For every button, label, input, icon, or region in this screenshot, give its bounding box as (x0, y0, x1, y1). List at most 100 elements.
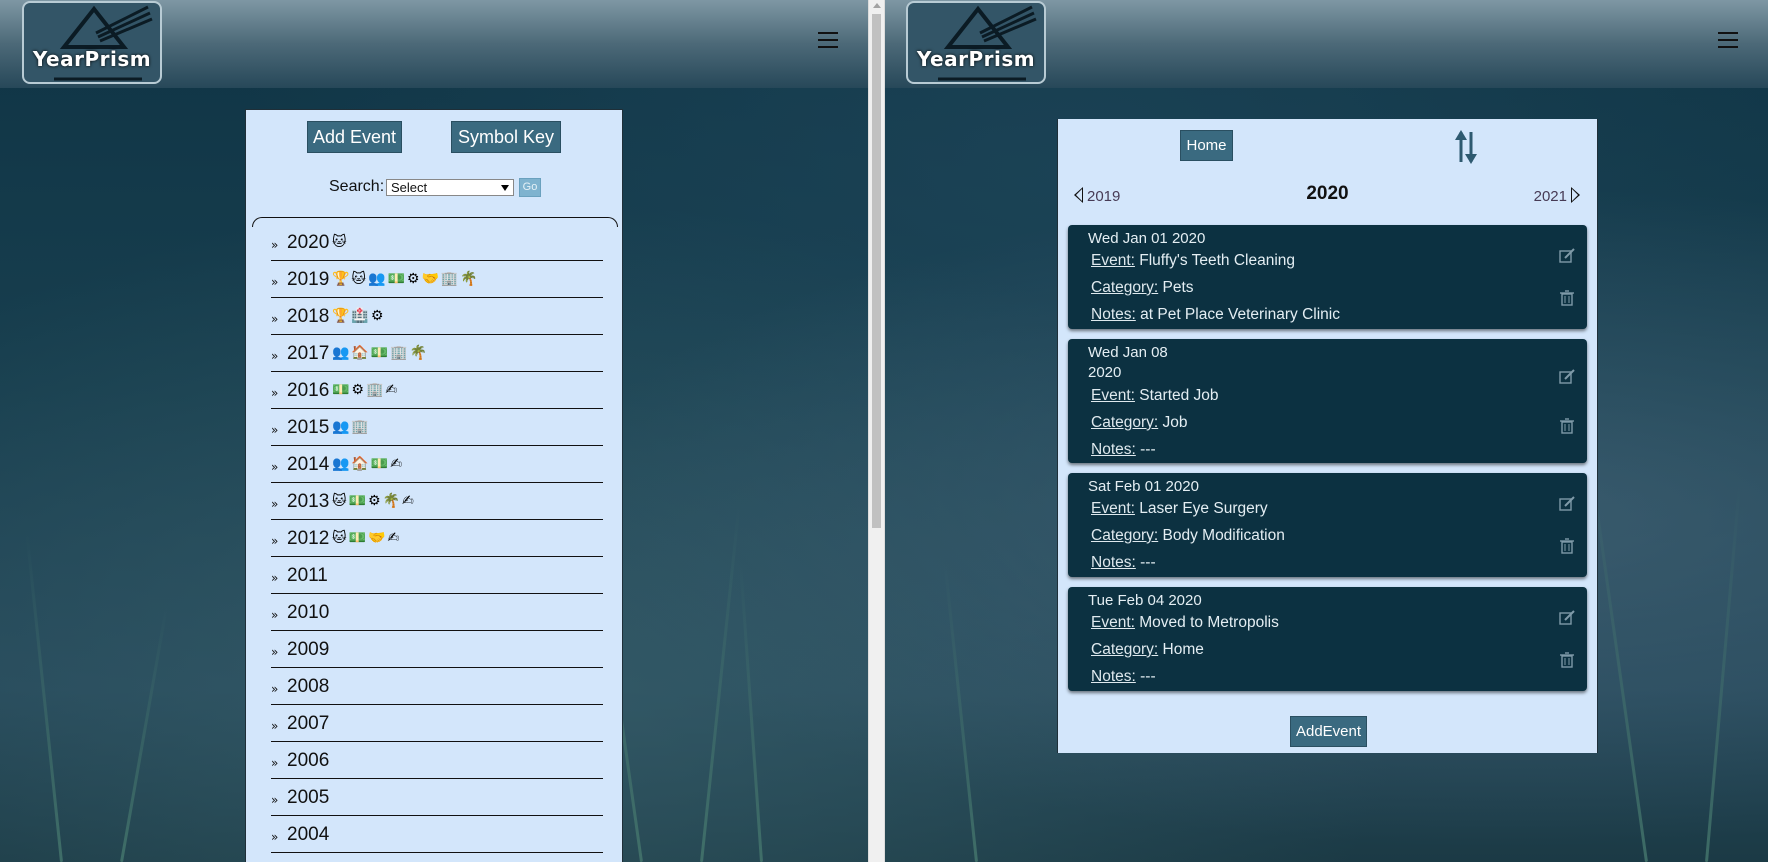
year-row-2006[interactable]: » 2006 (271, 743, 603, 779)
category-symbols: 👥🏢 (332, 419, 371, 435)
category-symbols: 🐱 (332, 234, 349, 250)
sort-arrows-icon[interactable] (1454, 128, 1478, 166)
notes-key: Notes: (1091, 668, 1136, 685)
category-symbols: 👥🏠💵✍ (332, 456, 405, 472)
logo-text: YearPrism (32, 47, 152, 71)
add-event-button[interactable]: AddEvent (1290, 716, 1367, 747)
edit-icon[interactable] (1559, 369, 1575, 385)
year-row-2020[interactable]: » 2020 🐱 (271, 225, 603, 261)
year-label: 2020 (287, 232, 330, 253)
year-row-2010[interactable]: » 2010 (271, 595, 603, 631)
category-value: Body Modification (1162, 527, 1285, 544)
year-row-2014[interactable]: » 2014 👥🏠💵✍ (271, 447, 603, 483)
next-year-link[interactable]: 2021 (1534, 185, 1580, 205)
chevron-right-icon: » (271, 238, 279, 252)
category-value: Home (1162, 641, 1204, 658)
category-field: Category: Home (1091, 641, 1204, 659)
category-value: Job (1162, 414, 1188, 431)
event-key: Event: (1091, 500, 1135, 517)
year-row-2016[interactable]: » 2016 💵⚙🏢✍ (271, 373, 603, 409)
event-field: Event: Started Job (1091, 387, 1219, 405)
year-row-2004[interactable]: » 2004 (271, 817, 603, 853)
year-row-2018[interactable]: » 2018 🏆🏥⚙ (271, 299, 603, 335)
category-field: Category: Job (1091, 414, 1188, 432)
year-row-2012[interactable]: » 2012 🐱💵🤝✍ (271, 521, 603, 557)
year-label: 2011 (287, 565, 328, 586)
year-label: 2017 (287, 343, 330, 364)
year-row-2011[interactable]: » 2011 (271, 558, 603, 594)
chevron-right-icon: » (271, 608, 279, 622)
event-value: Moved to Metropolis (1139, 614, 1279, 631)
chevron-right-icon: » (271, 460, 279, 474)
chevron-right-icon: » (271, 719, 279, 733)
chevron-right-icon: » (271, 830, 279, 844)
go-button[interactable]: Go (519, 178, 541, 197)
year-label: 2016 (287, 380, 330, 401)
year-label: 2013 (287, 491, 330, 512)
year-row-2008[interactable]: » 2008 (271, 669, 603, 705)
chevron-right-icon: » (271, 756, 279, 770)
year-label: 2010 (287, 602, 330, 623)
event-card: Tue Feb 04 2020 Event: Moved to Metropol… (1068, 587, 1587, 691)
category-symbols: 💵⚙🏢✍ (332, 382, 400, 398)
notes-value: --- (1140, 668, 1156, 685)
chevron-right-icon: » (271, 682, 279, 696)
chevron-right-icon: » (271, 275, 279, 289)
yearprism-logo[interactable]: YearPrism (906, 1, 1046, 84)
event-value: Fluffy's Teeth Cleaning (1139, 252, 1296, 269)
event-value: Started Job (1139, 387, 1219, 404)
chevron-right-icon: » (271, 386, 279, 400)
event-field: Event: Moved to Metropolis (1091, 614, 1279, 632)
trash-icon[interactable] (1560, 418, 1574, 434)
year-detail-pane: YearPrism Home 2019 2020 2021 Wed Jan 01… (885, 0, 1768, 862)
category-key: Category: (1091, 527, 1159, 544)
edit-icon[interactable] (1559, 248, 1575, 264)
chevron-right-icon: » (271, 793, 279, 807)
year-row-2009[interactable]: » 2009 (271, 632, 603, 668)
trash-icon[interactable] (1560, 652, 1574, 668)
year-row-2017[interactable]: » 2017 👥🏠💵🏢🌴 (271, 336, 603, 372)
scrollbar-thumb[interactable] (872, 14, 881, 528)
year-row-2007[interactable]: » 2007 (271, 706, 603, 742)
event-key: Event: (1091, 614, 1135, 631)
scroll-up-arrow-icon[interactable] (873, 3, 881, 8)
edit-icon[interactable] (1559, 496, 1575, 512)
event-date: Wed Jan 01 2020 (1088, 230, 1206, 247)
scrollbar[interactable] (868, 0, 885, 862)
year-row-2013[interactable]: » 2013 🐱💵⚙🌴✍ (271, 484, 603, 520)
year-row-2019[interactable]: » 2019 🏆🐱👥💵⚙🤝🏢🌴 (271, 262, 603, 298)
category-field: Category: Body Modification (1091, 527, 1285, 545)
notes-key: Notes: (1091, 306, 1136, 323)
edit-icon[interactable] (1559, 610, 1575, 626)
year-detail-panel: Home 2019 2020 2021 Wed Jan 01 2020 Even… (1057, 119, 1598, 753)
event-date: Wed Jan 08 2020 (1088, 344, 1168, 381)
add-event-button[interactable]: Add Event (307, 121, 402, 153)
yearprism-logo[interactable]: YearPrism (22, 1, 162, 84)
notes-field: Notes: --- (1091, 668, 1156, 686)
symbol-key-button[interactable]: Symbol Key (451, 121, 561, 153)
logo-text: YearPrism (916, 47, 1036, 71)
home-button[interactable]: Home (1180, 130, 1233, 161)
trash-icon[interactable] (1560, 290, 1574, 306)
year-label: 2019 (287, 269, 330, 290)
year-row-2005[interactable]: » 2005 (271, 780, 603, 816)
year-label: 2012 (287, 528, 330, 549)
trash-icon[interactable] (1560, 538, 1574, 554)
category-symbols: 🏆🐱👥💵⚙🤝🏢🌴 (332, 271, 480, 287)
category-field: Category: Pets (1091, 279, 1194, 297)
event-date: Tue Feb 04 2020 (1088, 592, 1202, 609)
year-label: 2008 (287, 676, 330, 697)
year-list-pane: YearPrism Add Event Symbol Key Search: S… (0, 0, 868, 862)
category-value: Pets (1162, 279, 1194, 296)
year-row-2015[interactable]: » 2015 👥🏢 (271, 410, 603, 446)
notes-value: at Pet Place Veterinary Clinic (1140, 306, 1340, 323)
event-card: Wed Jan 08 2020 Event: Started Job Categ… (1068, 339, 1587, 463)
chevron-down-icon (501, 185, 509, 191)
event-value: Laser Eye Surgery (1139, 500, 1268, 517)
search-select[interactable]: Select (386, 179, 514, 196)
event-card: Wed Jan 01 2020 Event: Fluffy's Teeth Cl… (1068, 225, 1587, 329)
menu-icon[interactable] (1718, 30, 1740, 50)
menu-icon[interactable] (818, 30, 840, 50)
notes-key: Notes: (1091, 441, 1136, 458)
event-key: Event: (1091, 387, 1135, 404)
